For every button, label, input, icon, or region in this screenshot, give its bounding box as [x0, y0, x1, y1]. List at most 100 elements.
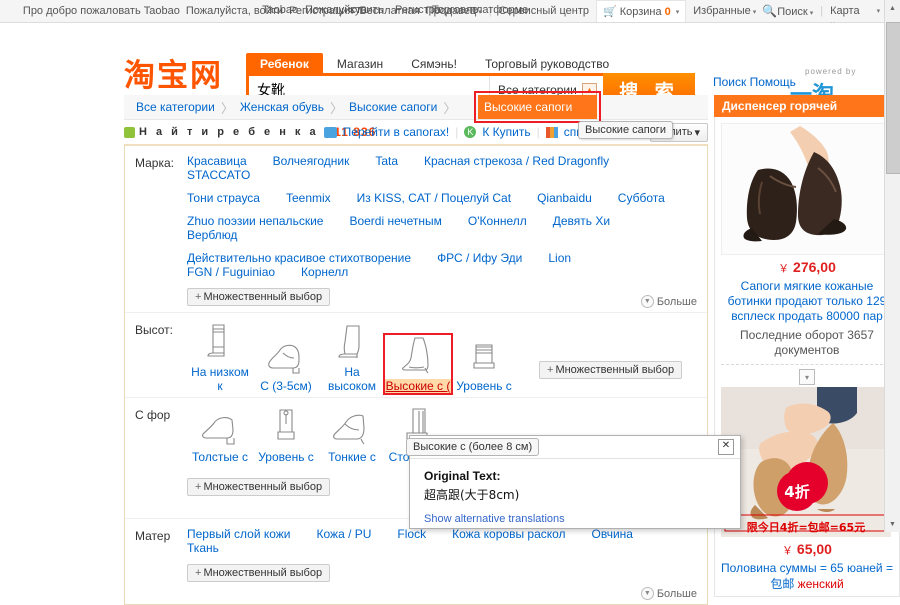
chevron-down-icon: ▾	[694, 126, 700, 139]
brand-link[interactable]: Тони страуса	[187, 191, 260, 205]
brand-link[interactable]: Tata	[375, 154, 398, 168]
brand-line-2: Тони страуса Teenmix Из KISS, CAT / Поце…	[187, 191, 697, 205]
chevron-down-icon[interactable]: ▾	[799, 369, 815, 385]
heel-shape-item-thick[interactable]: Толстые с	[187, 406, 253, 464]
sidebar-product-card-1[interactable]: ￥ 276,00 Сапоги мягкие кожаные ботинки п…	[714, 117, 900, 597]
show-alternative-translations-link[interactable]: Show alternative translations	[424, 513, 565, 525]
filter-row-brand: Марка: Красавица Волчеягодник Tata Красн…	[125, 146, 707, 313]
brand-link[interactable]: Zhuo поэзии непальские	[187, 214, 323, 228]
brand-link[interactable]: Волчеягодник	[273, 154, 350, 168]
brand-link[interactable]: Lion	[548, 251, 571, 265]
plus-icon: +	[195, 291, 202, 303]
multi-select-button-heel-shape[interactable]: + Множественный выбор	[187, 478, 331, 496]
search-menu[interactable]: 🔍Поиск ▾	[759, 4, 816, 18]
product-price-1: ￥ 276,00	[721, 259, 893, 276]
brand-link[interactable]: Boerdi нечетным	[349, 214, 441, 228]
scroll-up-icon[interactable]: ▲	[885, 0, 900, 16]
material-link[interactable]: Flock	[397, 527, 426, 541]
multi-select-button-material[interactable]: + Множественный выбор	[187, 564, 331, 582]
brand-link[interactable]: FGN / Fuguiniao	[187, 265, 275, 279]
heel-height-item-low[interactable]: На низком к	[187, 321, 253, 393]
heel-height-item-level[interactable]: Уровень с	[451, 335, 517, 393]
brand-link[interactable]: ФРС / Ифу Эди	[437, 251, 522, 265]
multi-select-button-heel-height[interactable]: + Множественный выбор	[539, 361, 683, 379]
brand-link[interactable]: Девять Хи	[553, 214, 610, 228]
description-part-1: Половина суммы = 65 юаней =	[721, 561, 893, 575]
heel-shape-caption: Уровень с	[258, 450, 314, 464]
right-sidebar: Диспенсер горячей ￥ 276,00 Сапоги мягкие…	[714, 95, 900, 597]
filter-panel: Марка: Красавица Волчеягодник Tata Красн…	[124, 144, 708, 605]
brand-link[interactable]: Красавица	[187, 154, 247, 168]
breadcrumb-item-womens-shoes[interactable]: Женская обувь	[234, 100, 330, 114]
translation-popup: Высокие с (более 8 см) ✕ Original Text: …	[406, 435, 741, 529]
heel-height-item-high[interactable]: На высоком	[319, 321, 385, 393]
material-links: Первый слой кожи Кожа / PU Flock Кожа ко…	[187, 527, 697, 582]
more-toggle-brand[interactable]: ▼ Больше	[640, 295, 697, 308]
brand-link[interactable]: Красная стрекоза / Red Dragonfly	[424, 154, 609, 168]
tab-trade-guide[interactable]: Торговый руководство	[471, 53, 623, 75]
material-link[interactable]: Первый слой кожи	[187, 527, 291, 541]
page-scrollbar[interactable]: ▲ ▼	[884, 0, 900, 532]
sitemap-menu[interactable]: Карта	[827, 5, 862, 17]
heel-shape-item-thin[interactable]: Тонкие с	[319, 406, 385, 464]
material-link[interactable]: Овчина	[592, 527, 633, 541]
suggestion-item-high-boots[interactable]: Высокие сапоги	[478, 95, 597, 119]
original-text-label: Original Text:	[424, 469, 501, 483]
brand-link[interactable]: Действительно красивое стихотворение	[187, 251, 411, 265]
tab-siamen[interactable]: Сямэнь!	[397, 53, 471, 75]
search-help-link[interactable]: Поиск Помощь	[713, 75, 796, 89]
brand-link[interactable]: Суббота	[618, 191, 665, 205]
find-label: Н а й т и р е б е н к а	[139, 126, 319, 138]
multi-select-button-brand[interactable]: + Множественный выбор	[187, 288, 331, 306]
product-description-2[interactable]: Половина суммы = 65 юаней = 包邮 женский	[721, 560, 893, 592]
product-description-1[interactable]: Сапоги мягкие кожаные ботинки продают то…	[721, 279, 893, 324]
brand-link[interactable]: О'Коннелл	[468, 214, 527, 228]
heel-height-caption: Высокие с (	[385, 379, 451, 393]
price-value: 276,00	[793, 259, 836, 275]
flat-ankle-boot-icon	[451, 335, 517, 377]
flat-heel-icon	[253, 406, 319, 448]
breadcrumb-item-high-boots[interactable]: Высокие сапоги	[343, 100, 443, 114]
heel-shape-item-flat[interactable]: Уровень с	[253, 406, 319, 464]
brand-link[interactable]: Корнелл	[301, 265, 348, 279]
top-utility-bar: Про добро пожаловать Taobao Пожалуйста, …	[0, 0, 900, 34]
product-image-2: 4折 限今日4折=包邮=65元	[721, 387, 891, 537]
cart-button[interactable]: 🛒 Корзина 0 ▾	[596, 0, 687, 22]
breadcrumb-separator: 〉	[443, 100, 457, 116]
chevron-down-icon: ▼	[640, 587, 654, 600]
material-link[interactable]: Ткань	[187, 541, 219, 555]
sitemap-label: Карта	[830, 5, 860, 17]
overlap-text-platform: платформе	[470, 4, 529, 16]
brand-link[interactable]: Верблюд	[187, 228, 237, 242]
brand-link[interactable]: STACCATO	[187, 168, 250, 182]
multi-select-label: Множественный выбор	[203, 291, 323, 303]
close-icon[interactable]: ✕	[718, 439, 734, 455]
divider	[721, 364, 893, 365]
multi-select-label: Множественный выбор	[203, 481, 323, 493]
brand-link[interactable]: Qianbaidu	[537, 191, 592, 205]
scroll-down-icon[interactable]: ▼	[885, 516, 900, 532]
promo-text: 限今日4折=包邮=65元	[746, 521, 866, 534]
brand-link[interactable]: Из KISS, CAT / Поцелуй Cat	[357, 191, 511, 205]
material-multi-line: + Множественный выбор	[187, 564, 697, 582]
plus-icon: +	[195, 567, 202, 579]
heel-height-item-ultra-high[interactable]: Высокие с (	[383, 333, 453, 395]
tab-rebenok[interactable]: Ребенок	[246, 53, 323, 75]
favorites-menu[interactable]: Избранные ▾	[690, 5, 759, 17]
heel-height-item-3-5cm[interactable]: С (3-5см)	[253, 335, 319, 393]
brand-link[interactable]: Teenmix	[286, 191, 331, 205]
cart-icon: 🛒	[603, 6, 617, 18]
material-link[interactable]: Кожа / PU	[317, 527, 372, 541]
breadcrumb-item-all[interactable]: Все категории	[130, 100, 221, 114]
more-toggle-material[interactable]: ▼ Больше	[640, 587, 697, 600]
tab-magazin[interactable]: Магазин	[323, 53, 397, 75]
chevron-down-icon: ▾	[809, 10, 814, 17]
link-to-buy[interactable]: К Купить	[482, 125, 530, 139]
scrollbar-thumb[interactable]	[886, 22, 900, 174]
overlap-text-buy: купить	[350, 4, 384, 16]
translation-popup-body: Original Text: 超高跟(大于8cm) Show alternati…	[410, 459, 740, 525]
link-go-in-boots[interactable]: Перейти в сапогах!	[343, 125, 450, 139]
material-link[interactable]: Кожа коровы раскол	[452, 527, 565, 541]
taobao-logo[interactable]: 淘宝网	[124, 61, 223, 92]
heel-height-caption: На высоком	[327, 365, 377, 393]
